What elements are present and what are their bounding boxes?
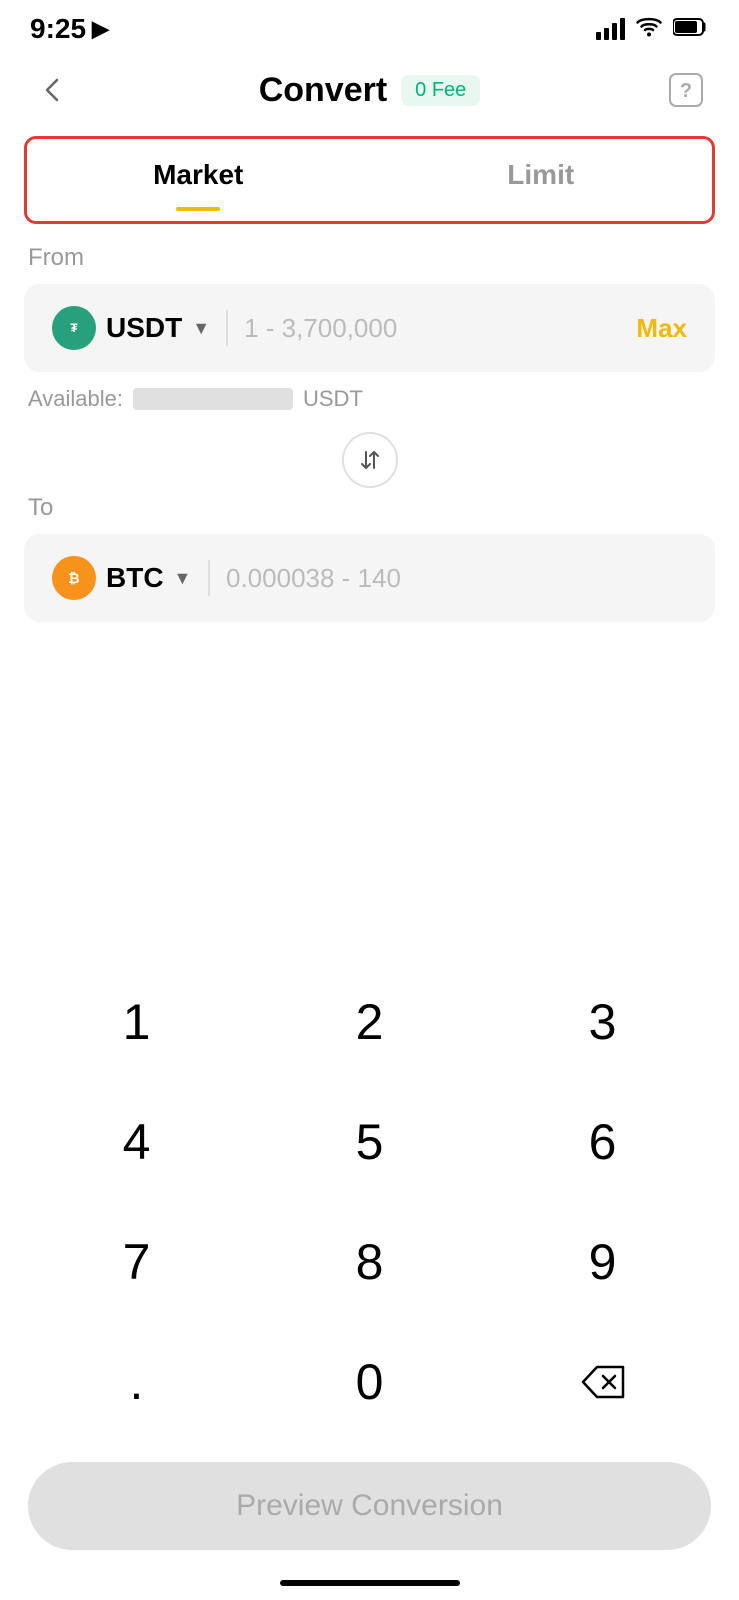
status-bar: 9:25 ▶ <box>0 0 739 54</box>
from-amount-placeholder[interactable]: 1 - 3,700,000 <box>244 313 620 344</box>
btc-icon: ₿ <box>52 556 96 600</box>
numpad-key-1[interactable]: 1 <box>20 962 253 1082</box>
tab-market[interactable]: Market <box>27 139 370 221</box>
help-button[interactable]: ? <box>661 65 711 115</box>
numpad-row-4: . 0 <box>20 1322 719 1442</box>
home-indicator <box>0 1580 739 1600</box>
page-title: Convert <box>259 71 387 110</box>
from-currency-selector[interactable]: ₮ USDT ▼ <box>52 306 210 350</box>
numpad-key-5[interactable]: 5 <box>253 1082 486 1202</box>
available-row: Available: USDT <box>0 372 739 426</box>
available-amount-blurred <box>133 388 293 410</box>
numpad: 1 2 3 4 5 6 7 8 9 . 0 <box>0 962 739 1442</box>
back-button[interactable] <box>28 65 78 115</box>
numpad-row-3: 7 8 9 <box>20 1202 719 1322</box>
numpad-key-6[interactable]: 6 <box>486 1082 719 1202</box>
from-label: From <box>0 244 739 272</box>
battery-icon <box>673 17 709 42</box>
swap-container <box>0 432 739 488</box>
usdt-icon: ₮ <box>52 306 96 350</box>
numpad-row-2: 4 5 6 <box>20 1082 719 1202</box>
max-button[interactable]: Max <box>636 313 687 344</box>
numpad-row-1: 1 2 3 <box>20 962 719 1082</box>
svg-text:?: ? <box>680 80 692 102</box>
signal-icon <box>596 18 625 40</box>
numpad-key-backspace[interactable] <box>486 1322 719 1442</box>
header: Convert 0 Fee ? <box>0 54 739 126</box>
from-currency-name: USDT <box>106 312 182 344</box>
status-time: 9:25 ▶ <box>30 13 109 45</box>
to-label: To <box>0 494 739 522</box>
numpad-key-0[interactable]: 0 <box>253 1322 486 1442</box>
numpad-key-decimal[interactable]: . <box>20 1322 253 1442</box>
tab-limit-label: Limit <box>507 159 574 191</box>
fee-badge: 0 Fee <box>401 75 480 106</box>
tab-limit[interactable]: Limit <box>370 139 713 221</box>
wifi-icon <box>635 16 663 43</box>
preview-conversion-button[interactable]: Preview Conversion <box>28 1462 711 1550</box>
status-icons <box>596 16 709 43</box>
middle-spacer <box>0 622 739 942</box>
tab-bar: Market Limit <box>24 136 715 224</box>
home-bar <box>280 1580 460 1586</box>
to-chevron-icon: ▼ <box>174 568 192 589</box>
tab-market-label: Market <box>153 159 243 191</box>
tab-active-indicator <box>176 207 220 211</box>
to-currency-box[interactable]: ₿ BTC ▼ 0.000038 - 140 <box>24 534 715 622</box>
numpad-key-8[interactable]: 8 <box>253 1202 486 1322</box>
time-display: 9:25 <box>30 13 86 45</box>
swap-button[interactable] <box>342 432 398 488</box>
numpad-key-2[interactable]: 2 <box>253 962 486 1082</box>
to-currency-selector[interactable]: ₿ BTC ▼ <box>52 556 192 600</box>
numpad-key-9[interactable]: 9 <box>486 1202 719 1322</box>
from-chevron-icon: ▼ <box>192 318 210 339</box>
from-currency-box[interactable]: ₮ USDT ▼ 1 - 3,700,000 Max <box>24 284 715 372</box>
from-divider <box>226 310 228 346</box>
available-label: Available: <box>28 386 123 412</box>
to-currency-name: BTC <box>106 562 164 594</box>
available-currency: USDT <box>303 386 363 412</box>
header-center: Convert 0 Fee <box>259 71 481 110</box>
to-amount-placeholder[interactable]: 0.000038 - 140 <box>226 563 687 594</box>
svg-text:₿: ₿ <box>68 570 79 586</box>
to-divider <box>208 560 210 596</box>
main-content: Convert 0 Fee ? Market Limit From ₮ <box>0 54 739 1600</box>
location-arrow-icon: ▶ <box>92 16 109 42</box>
numpad-key-7[interactable]: 7 <box>20 1202 253 1322</box>
preview-button-container: Preview Conversion <box>0 1442 739 1580</box>
svg-text:₮: ₮ <box>70 321 78 335</box>
numpad-key-3[interactable]: 3 <box>486 962 719 1082</box>
numpad-key-4[interactable]: 4 <box>20 1082 253 1202</box>
